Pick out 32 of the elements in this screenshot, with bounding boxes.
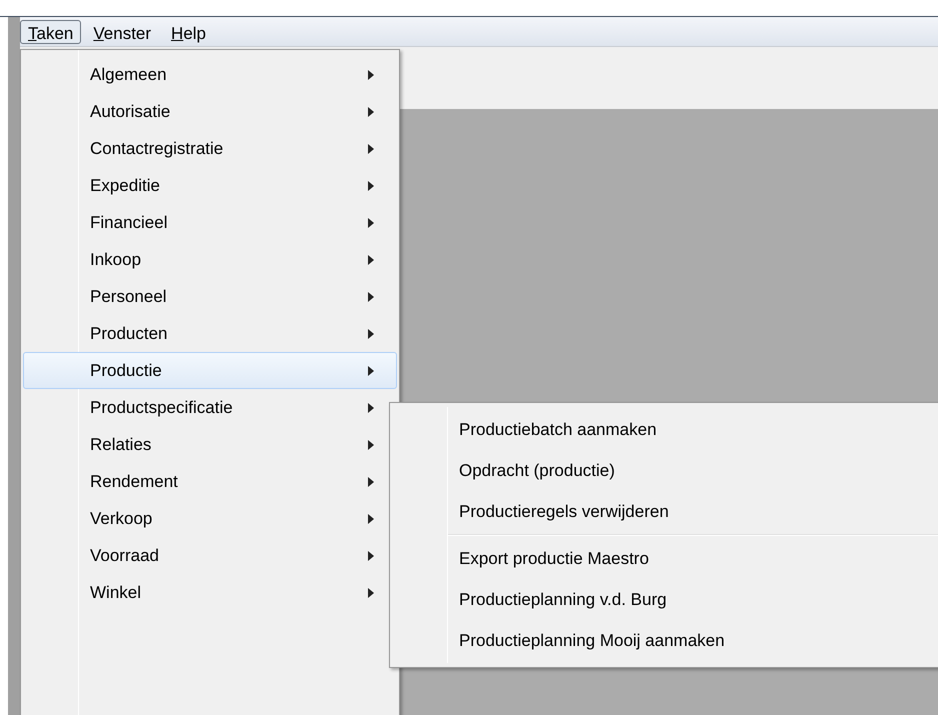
submenu-arrow-icon bbox=[368, 514, 374, 524]
menu-item[interactable]: Inkoop bbox=[23, 241, 397, 278]
submenu-arrow-icon bbox=[368, 440, 374, 450]
submenu-arrow-icon bbox=[368, 254, 374, 264]
submenu-arrow-icon bbox=[368, 588, 374, 598]
submenu-item[interactable]: Productieregels verwijderen bbox=[390, 491, 938, 532]
menu-bar-item[interactable]: Help bbox=[163, 20, 214, 44]
menu-bar-item[interactable]: Venster bbox=[85, 20, 160, 44]
menu-item[interactable]: Personeel bbox=[23, 278, 397, 315]
submenu-arrow-icon bbox=[368, 476, 374, 486]
submenu-arrow-icon bbox=[368, 144, 374, 154]
submenu-arrow-icon bbox=[368, 366, 374, 376]
submenu-item[interactable]: Productiebatch aanmaken bbox=[390, 409, 938, 450]
menu-item[interactable]: Expeditie bbox=[23, 167, 397, 204]
menu-item[interactable]: Productie bbox=[23, 352, 397, 389]
menu-item[interactable]: Contactregistratie bbox=[23, 130, 397, 167]
submenu-item[interactable]: Export productie Maestro bbox=[390, 538, 938, 579]
menu-bar-item[interactable]: Taken bbox=[20, 20, 82, 44]
submenu-item[interactable]: Opdracht (productie) bbox=[390, 450, 938, 491]
submenu-arrow-icon bbox=[368, 70, 374, 80]
submenu-item[interactable]: Productieplanning v.d. Burg bbox=[390, 579, 938, 620]
submenu-arrow-icon bbox=[368, 218, 374, 228]
submenu-arrow-icon bbox=[368, 106, 374, 116]
submenu-arrow-icon bbox=[368, 180, 374, 190]
menu-item[interactable]: Financieel bbox=[23, 204, 397, 241]
submenu-item[interactable]: Productieplanning Mooij aanmaken bbox=[390, 620, 938, 661]
submenu-arrow-icon bbox=[368, 292, 374, 302]
submenu-arrow-icon bbox=[368, 402, 374, 412]
submenu-arrow-icon bbox=[368, 550, 374, 560]
menu-item[interactable]: Producten bbox=[23, 315, 397, 352]
menu-item[interactable]: Autorisatie bbox=[23, 93, 397, 130]
submenu-arrow-icon bbox=[368, 328, 374, 338]
